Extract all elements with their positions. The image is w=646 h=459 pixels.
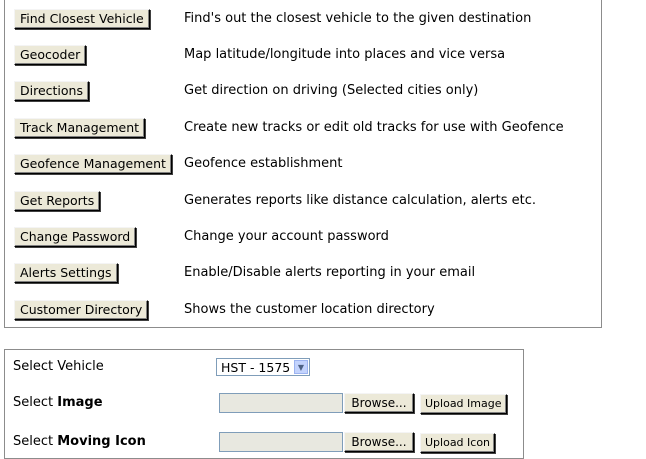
- menu-row-directions: Directions: [14, 79, 89, 103]
- geofence-management-button[interactable]: Geofence Management: [14, 154, 172, 174]
- select-image-label: Select Image: [13, 395, 103, 410]
- directions-button[interactable]: Directions: [14, 81, 89, 101]
- select-image-label-bold: Image: [57, 395, 103, 410]
- menu-row-track-management: Track Management: [14, 116, 146, 140]
- select-moving-icon-label: Select Moving Icon: [13, 434, 146, 449]
- get-reports-button[interactable]: Get Reports: [14, 191, 101, 211]
- alerts-settings-description: Enable/Disable alerts reporting in your …: [184, 265, 476, 280]
- menu-row-find-closest-vehicle: Find Closest Vehicle: [14, 7, 150, 31]
- get-reports-description: Generates reports like distance calculat…: [184, 193, 537, 208]
- change-password-button[interactable]: Change Password: [14, 227, 137, 247]
- geocoder-description: Map latitude/longitude into places and v…: [184, 47, 506, 62]
- menu-row-customer-directory: Customer Directory: [14, 298, 149, 322]
- track-management-description: Create new tracks or edit old tracks for…: [184, 120, 564, 135]
- menu-row-get-reports: Get Reports: [14, 189, 101, 213]
- menu-row-geocoder: Geocoder: [14, 43, 87, 67]
- directions-description: Get direction on driving (Selected citie…: [184, 83, 479, 98]
- menu-row-geofence-management: Geofence Management: [14, 152, 172, 176]
- vehicle-select-value: HST - 1575: [221, 359, 291, 375]
- customer-directory-button[interactable]: Customer Directory: [14, 300, 149, 320]
- geofence-management-description: Geofence establishment: [184, 156, 343, 171]
- browse-moving-icon-button[interactable]: Browse...: [344, 432, 414, 452]
- select-moving-icon-label-bold: Moving Icon: [57, 434, 146, 449]
- menu-row-change-password: Change Password: [14, 225, 137, 249]
- change-password-description: Change your account password: [184, 229, 389, 244]
- track-management-button[interactable]: Track Management: [14, 118, 146, 138]
- menu-row-alerts-settings: Alerts Settings: [14, 261, 118, 285]
- vehicle-select[interactable]: HST - 1575 ▼: [216, 358, 310, 376]
- upload-icon-button[interactable]: Upload Icon: [420, 433, 496, 453]
- image-file-input[interactable]: [219, 393, 343, 413]
- select-moving-icon-label-prefix: Select: [13, 434, 58, 449]
- geocoder-button[interactable]: Geocoder: [14, 45, 87, 65]
- find-closest-vehicle-button[interactable]: Find Closest Vehicle: [14, 9, 150, 29]
- upload-image-button[interactable]: Upload Image: [420, 394, 507, 414]
- alerts-settings-button[interactable]: Alerts Settings: [14, 263, 118, 283]
- customer-directory-description: Shows the customer location directory: [184, 302, 435, 317]
- browse-image-button[interactable]: Browse...: [344, 393, 414, 413]
- find-closest-vehicle-description: Find's out the closest vehicle to the gi…: [184, 11, 532, 26]
- moving-icon-file-input[interactable]: [219, 432, 343, 452]
- select-image-label-prefix: Select: [13, 395, 58, 410]
- chevron-down-icon[interactable]: ▼: [294, 360, 308, 374]
- select-vehicle-label: Select Vehicle: [13, 359, 104, 374]
